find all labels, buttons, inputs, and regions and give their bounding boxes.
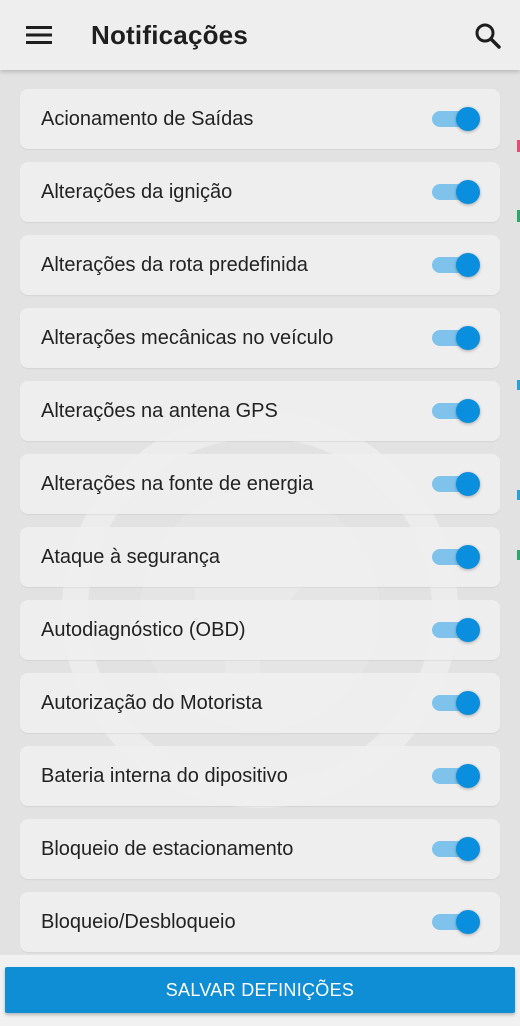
- toggle-thumb: [456, 837, 480, 861]
- toggle-thumb: [456, 691, 480, 715]
- search-icon: [475, 23, 501, 49]
- notification-item: Alterações na antena GPS: [20, 381, 500, 441]
- toggle-thumb: [456, 107, 480, 131]
- notification-item: Bloqueio/Desbloqueio: [20, 892, 500, 952]
- notification-list: Acionamento de Saídas Alterações da igniç…: [20, 89, 500, 965]
- notification-item: Bateria interna do dipositivo: [20, 746, 500, 806]
- notification-toggle[interactable]: [432, 180, 480, 204]
- toggle-thumb: [456, 472, 480, 496]
- toggle-thumb: [456, 764, 480, 788]
- notification-toggle[interactable]: [432, 399, 480, 423]
- notification-item: Autorização do Motorista: [20, 673, 500, 733]
- app-screen: Notificações Acionamento de Saídas Altera…: [0, 0, 520, 1026]
- notification-toggle[interactable]: [432, 107, 480, 131]
- notification-label: Acionamento de Saídas: [41, 108, 254, 130]
- notification-toggle[interactable]: [432, 691, 480, 715]
- notification-label: Alterações na fonte de energia: [41, 473, 314, 495]
- toggle-thumb: [456, 180, 480, 204]
- notification-label: Ataque à segurança: [41, 546, 221, 568]
- notification-item: Autodiagnóstico (OBD): [20, 600, 500, 660]
- notification-item: Alterações da ignição: [20, 162, 500, 222]
- notification-toggle[interactable]: [432, 253, 480, 277]
- notification-item: Alterações na fonte de energia: [20, 454, 500, 514]
- notification-item: Ataque à segurança: [20, 527, 500, 587]
- notification-item: Acionamento de Saídas: [20, 89, 500, 149]
- notification-label: Alterações da rota predefinida: [41, 254, 308, 276]
- toggle-thumb: [456, 253, 480, 277]
- notification-toggle[interactable]: [432, 326, 480, 350]
- notification-toggle[interactable]: [432, 910, 480, 934]
- notification-item: Alterações da rota predefinida: [20, 235, 500, 295]
- menu-button[interactable]: [18, 18, 62, 52]
- toggle-thumb: [456, 910, 480, 934]
- notification-label: Alterações mecânicas no veículo: [41, 327, 334, 349]
- notification-label: Bloqueio/Desbloqueio: [41, 911, 236, 933]
- toggle-thumb: [456, 545, 480, 569]
- notification-label: Bloqueio de estacionamento: [41, 838, 294, 860]
- notification-toggle[interactable]: [432, 837, 480, 861]
- notification-toggle[interactable]: [432, 764, 480, 788]
- bottom-bar: SALVAR DEFINIÇÕES: [0, 955, 520, 1026]
- notification-toggle[interactable]: [432, 472, 480, 496]
- app-bar: Notificações: [0, 0, 520, 70]
- notification-label: Bateria interna do dipositivo: [41, 765, 288, 787]
- notification-label: Autodiagnóstico (OBD): [41, 619, 246, 641]
- search-button[interactable]: [468, 16, 508, 56]
- toggle-thumb: [456, 618, 480, 642]
- notification-label: Autorização do Motorista: [41, 692, 263, 714]
- notification-label: Alterações da ignição: [41, 181, 233, 203]
- toggle-thumb: [456, 399, 480, 423]
- notification-item: Alterações mecânicas no veículo: [20, 308, 500, 368]
- save-settings-button[interactable]: SALVAR DEFINIÇÕES: [5, 967, 515, 1013]
- hamburger-menu-icon: [26, 26, 52, 44]
- notification-label: Alterações na antena GPS: [41, 400, 278, 422]
- notification-toggle[interactable]: [432, 545, 480, 569]
- toggle-thumb: [456, 326, 480, 350]
- notification-item: Bloqueio de estacionamento: [20, 819, 500, 879]
- notification-toggle[interactable]: [432, 618, 480, 642]
- page-title: Notificações: [91, 20, 249, 50]
